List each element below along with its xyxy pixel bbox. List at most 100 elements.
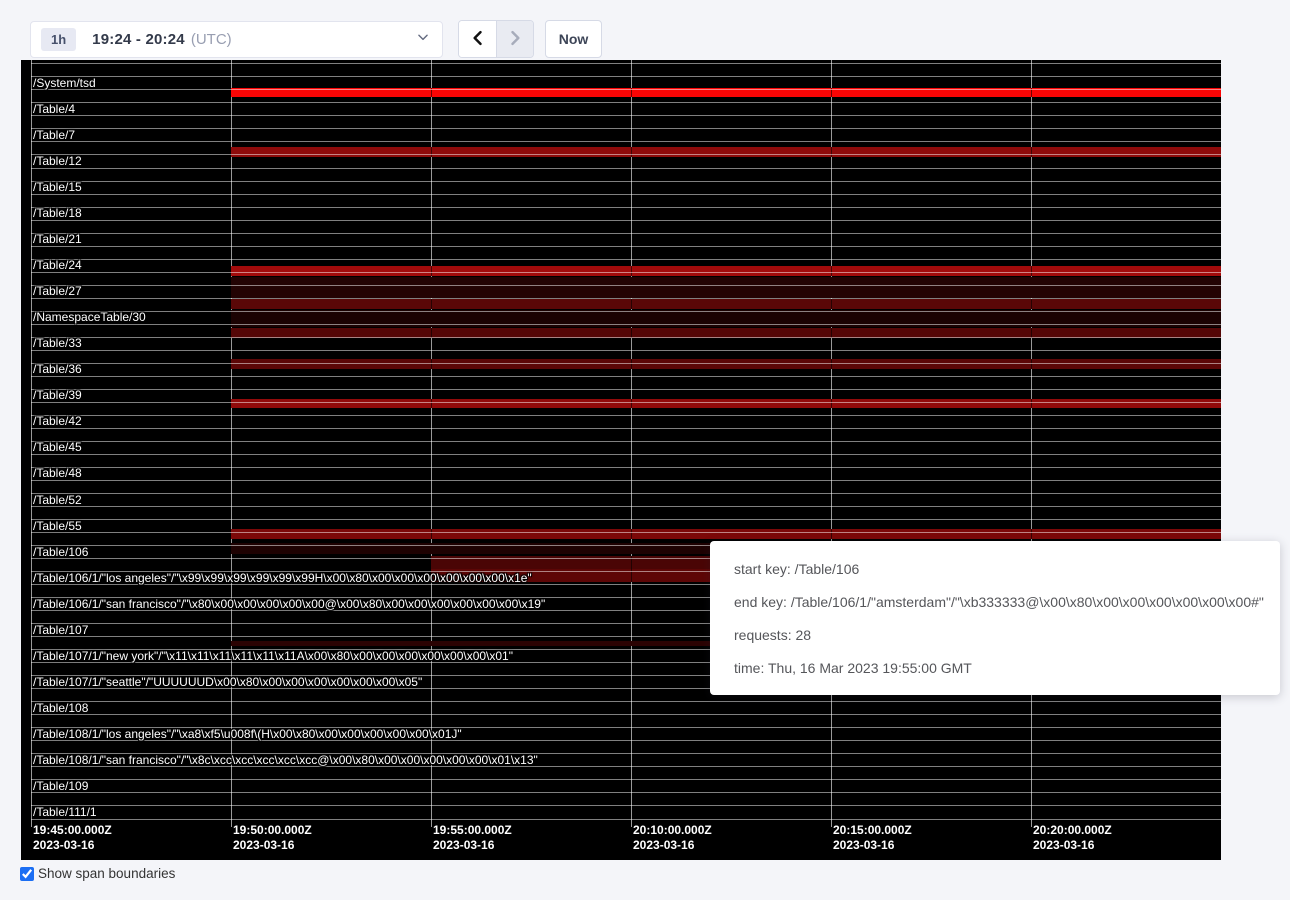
span-boundary-line [31, 233, 1221, 234]
span-boundary-line [31, 779, 1221, 780]
now-button[interactable]: Now [545, 20, 602, 58]
column-gridline-dark [431, 529, 432, 539]
tick-time: 19:55:00.000Z [433, 823, 512, 838]
tick-time: 19:50:00.000Z [233, 823, 312, 838]
span-boundary-line [31, 350, 1221, 351]
span-boundary-line [31, 493, 1221, 494]
column-gridline-dark [1031, 399, 1032, 408]
row-label: /Table/45 [33, 440, 82, 454]
column-gridline [231, 60, 232, 827]
tick-date: 2023-03-16 [233, 838, 312, 853]
span-boundary-line [31, 532, 1221, 533]
span-boundary-line [31, 63, 1221, 64]
time-range-label: 19:24 - 20:24 [92, 31, 185, 48]
heat-band[interactable] [231, 277, 1221, 298]
column-gridline-dark [631, 529, 632, 539]
show-span-boundaries-checkbox[interactable] [20, 867, 34, 881]
tooltip-end-key: end key: /Table/106/1/"amsterdam"/"\xb33… [734, 586, 1256, 619]
row-label: /Table/24 [33, 258, 82, 272]
tick-time: 20:15:00.000Z [833, 823, 912, 838]
span-boundary-line [31, 220, 1221, 221]
key-visualizer-canvas[interactable]: /System/tsd/Table/4/Table/7/Table/12/Tab… [21, 60, 1221, 860]
span-boundary-line [31, 246, 1221, 247]
span-boundary-line [31, 324, 1221, 325]
span-boundary-line [31, 181, 1221, 182]
row-label: /NamespaceTable/30 [33, 310, 146, 324]
row-label: /Table/107/1/"new york"/"\x11\x11\x11\x1… [33, 649, 513, 663]
chevron-right-icon [505, 28, 525, 51]
span-boundary-line [31, 480, 1221, 481]
tick-date: 2023-03-16 [1033, 838, 1112, 853]
span-boundary-line [31, 701, 1221, 702]
row-label: /Table/4 [33, 102, 75, 116]
span-boundary-line [31, 389, 1221, 390]
span-boundary-line [31, 168, 1221, 169]
row-label: /Table/106/1/"los angeles"/"\x99\x99\x99… [33, 571, 532, 585]
tick-date: 2023-03-16 [833, 838, 912, 853]
span-boundary-line [31, 819, 1221, 820]
row-label: /Table/36 [33, 362, 82, 376]
span-boundary-line [31, 792, 1221, 793]
row-label: /Table/27 [33, 284, 82, 298]
span-boundary-line [31, 272, 1221, 273]
span-boundary-line [31, 402, 1221, 403]
column-gridline-dark [431, 147, 432, 157]
column-gridline-dark [831, 529, 832, 539]
row-label: /Table/111/1 [33, 805, 97, 819]
span-boundary-line [31, 428, 1221, 429]
span-boundary-line [31, 415, 1221, 416]
x-axis-tick-label: 19:45:00.000Z2023-03-16 [33, 823, 112, 853]
span-boundary-line [31, 519, 1221, 520]
column-gridline-dark [1031, 359, 1032, 369]
row-label: /Table/107/1/"seattle"/"UUUUUUD\x00\x80\… [33, 675, 422, 689]
time-range-selector[interactable]: 1h 19:24 - 20:24 (UTC) [30, 21, 443, 58]
x-axis-tick-label: 20:15:00.000Z2023-03-16 [833, 823, 912, 853]
column-gridline-dark [631, 359, 632, 369]
key-visualizer-page: 1h 19:24 - 20:24 (UTC) Now /System/tsd/T… [0, 0, 1290, 900]
heat-band[interactable] [231, 399, 1221, 408]
span-boundary-line [31, 115, 1221, 116]
chevron-left-icon [468, 28, 488, 51]
time-preset-badge: 1h [41, 28, 76, 51]
row-label: /Table/12 [33, 154, 82, 168]
row-label: /Table/108/1/"los angeles"/"\xa8\xf5\u00… [33, 727, 462, 741]
span-boundary-line [31, 454, 1221, 455]
column-gridline-dark [831, 359, 832, 369]
show-span-boundaries-control[interactable]: Show span boundaries [20, 866, 175, 881]
column-gridline-dark [831, 147, 832, 157]
column-gridline [431, 60, 432, 827]
tick-date: 2023-03-16 [33, 838, 112, 853]
heat-band[interactable] [231, 359, 1221, 369]
span-boundary-line [31, 337, 1221, 338]
span-tooltip: start key: /Table/106 end key: /Table/10… [710, 541, 1280, 695]
span-boundary-line [31, 89, 1221, 90]
row-label: /Table/39 [33, 388, 82, 402]
tick-date: 2023-03-16 [433, 838, 512, 853]
row-label: /Table/15 [33, 180, 82, 194]
column-gridline [1031, 60, 1032, 827]
tooltip-requests: requests: 28 [734, 619, 1256, 652]
column-gridline [31, 60, 32, 827]
prev-range-button[interactable] [459, 21, 496, 57]
span-boundary-line [31, 141, 1221, 142]
heat-band[interactable] [231, 299, 1221, 309]
row-label: /Table/106 [33, 545, 88, 559]
x-axis-tick-label: 20:20:00.000Z2023-03-16 [1033, 823, 1112, 853]
span-boundary-line [31, 441, 1221, 442]
row-label: /Table/109 [33, 779, 88, 793]
column-gridline-dark [631, 299, 632, 309]
column-gridline-dark [1031, 147, 1032, 157]
span-boundary-line [31, 154, 1221, 155]
column-gridline-dark [1031, 299, 1032, 309]
tick-time: 20:20:00.000Z [1033, 823, 1112, 838]
column-gridline-dark [431, 359, 432, 369]
column-gridline-dark [631, 147, 632, 157]
x-axis-tick-label: 20:10:00.000Z2023-03-16 [633, 823, 712, 853]
row-label: /Table/55 [33, 519, 82, 533]
span-boundary-line [31, 76, 1221, 77]
heat-band[interactable] [231, 147, 1221, 157]
column-gridline-dark [631, 399, 632, 408]
row-label: /Table/42 [33, 414, 82, 428]
heat-band[interactable] [231, 529, 1221, 539]
next-range-button[interactable] [496, 21, 533, 57]
